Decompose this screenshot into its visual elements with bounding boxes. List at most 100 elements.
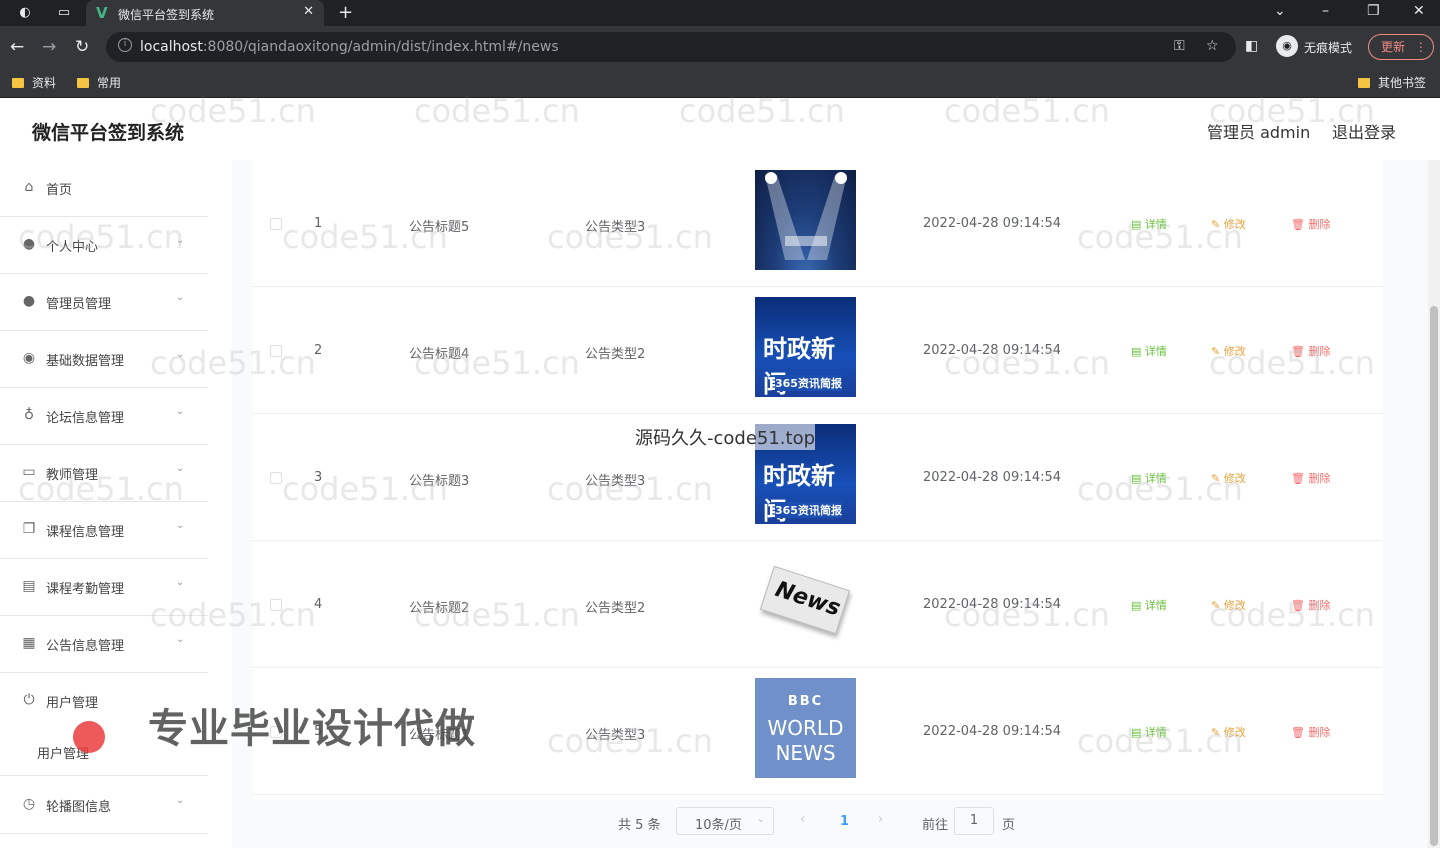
- chevron-down-icon: ⌄: [176, 795, 185, 806]
- goto-suffix: 页: [1002, 818, 1016, 833]
- sidebar-item-home[interactable]: ⌂ 首页: [0, 160, 208, 217]
- power-icon: ⏻: [23, 692, 35, 708]
- row-type: 公告类型2: [585, 601, 646, 616]
- detail-button[interactable]: ▤ 详情: [1131, 216, 1167, 232]
- edit-button[interactable]: ✎ 修改: [1211, 470, 1246, 486]
- promo-caption: 专业毕业设计代做: [148, 706, 476, 752]
- sidebar-item-teachers[interactable]: ▭ 教师管理 ⌄: [0, 445, 208, 502]
- edit-button[interactable]: ✎ 修改: [1211, 597, 1246, 613]
- window-icon[interactable]: ▭: [56, 5, 72, 21]
- app-header: 微信平台签到系统 管理员 admin 退出登录: [0, 98, 1440, 160]
- row-type: 公告类型3: [585, 220, 646, 235]
- doc-icon: ▤: [22, 578, 36, 594]
- tab-search-icon[interactable]: ⌄: [1274, 3, 1286, 19]
- edit-button[interactable]: ✎ 修改: [1211, 724, 1246, 740]
- delete-button[interactable]: 🗑 删除: [1291, 216, 1330, 232]
- row-checkbox[interactable]: [270, 599, 282, 611]
- url-text: localhost:8080/qiandaoxitong/admin/dist/…: [140, 39, 559, 55]
- restore-icon[interactable]: ❐: [1367, 3, 1380, 19]
- sidebar-item-profile[interactable]: ● 个人中心 ⌄: [0, 217, 208, 274]
- chevron-down-icon: ⌄: [176, 463, 185, 474]
- sidebar-item-admins[interactable]: ● 管理员管理 ⌄: [0, 274, 208, 331]
- update-button[interactable]: 更新 ⋮: [1368, 34, 1434, 60]
- user-icon: ●: [22, 293, 36, 309]
- window-close-icon[interactable]: ✕: [1413, 3, 1425, 19]
- forward-icon[interactable]: →: [42, 37, 56, 57]
- browser-tab-bar: ◐ ▭ V 微信平台签到系统 ✕ + ⌄ – ❐ ✕: [0, 0, 1440, 26]
- sidebar-item-label: 首页: [46, 183, 73, 198]
- delete-button[interactable]: 🗑 删除: [1291, 343, 1330, 359]
- row-image: BBC WORLD NEWS: [755, 678, 856, 778]
- pagination-total: 共 5 条: [618, 818, 661, 833]
- address-toolbar: ← → ↻ i localhost:8080/qiandaoxitong/adm…: [0, 26, 1440, 68]
- chat-icon: ▭: [22, 464, 36, 480]
- row-title: 公告标题5: [409, 220, 470, 235]
- table-row: 2 公告标题4 公告类型2 时政新闻 365资讯简报 2022-04-28 09…: [253, 287, 1383, 414]
- bookmark-folder-changyong[interactable]: 常用: [77, 74, 121, 91]
- more-icon: ⋮: [1414, 40, 1427, 54]
- sidebar-item-announcements[interactable]: ▦ 公告信息管理 ⌄: [0, 616, 208, 673]
- row-time: 2022-04-28 09:14:54: [923, 724, 1062, 739]
- bookmark-folder-other[interactable]: 其他书签: [1358, 74, 1426, 91]
- page-size-select[interactable]: 10条/页 ⌄: [676, 807, 774, 835]
- goto-page-input[interactable]: 1: [954, 807, 994, 835]
- reload-icon[interactable]: ↻: [75, 37, 89, 57]
- browser-tab[interactable]: V 微信平台签到系统 ✕: [86, 0, 324, 26]
- delete-button[interactable]: 🗑 删除: [1291, 470, 1330, 486]
- current-user: 管理员 admin: [1207, 123, 1311, 142]
- row-time: 2022-04-28 09:14:54: [923, 216, 1062, 231]
- sidebar-item-carousel[interactable]: ◷ 轮播图信息 ⌄: [0, 777, 208, 834]
- detail-button[interactable]: ▤ 详情: [1131, 470, 1167, 486]
- chevron-down-icon: ⌄: [176, 634, 185, 645]
- key-icon[interactable]: ⚿: [1174, 38, 1185, 54]
- side-panel-icon[interactable]: ◧: [1245, 38, 1258, 54]
- back-icon[interactable]: ←: [10, 37, 24, 57]
- edit-button[interactable]: ✎ 修改: [1211, 343, 1246, 359]
- site-info-icon[interactable]: i: [118, 38, 132, 52]
- delete-button[interactable]: 🗑 删除: [1291, 597, 1330, 613]
- page-number-current[interactable]: 1: [840, 814, 849, 829]
- pagination: 共 5 条 10条/页 ⌄ ‹ 1 › 前往 1 页: [232, 806, 1428, 838]
- scrollbar-thumb[interactable]: [1430, 306, 1438, 846]
- image-subcaption: 365资讯简报: [775, 502, 842, 518]
- browser-menu-icon[interactable]: ◐: [17, 5, 33, 21]
- row-image: 时政新闻 365资讯简报: [755, 297, 856, 397]
- mic-icon: ♁: [23, 407, 35, 423]
- sidebar-item-attendance[interactable]: ▤ 课程考勤管理 ⌄: [0, 559, 208, 616]
- chevron-down-icon: ⌄: [176, 292, 185, 303]
- next-page-icon[interactable]: ›: [878, 812, 883, 827]
- minimize-icon[interactable]: –: [1322, 3, 1329, 19]
- detail-button[interactable]: ▤ 详情: [1131, 343, 1167, 359]
- table-row: 4 公告标题2 公告类型2 News 2022-04-28 09:14:54 ▤…: [253, 541, 1383, 668]
- row-checkbox[interactable]: [270, 472, 282, 484]
- sidebar-item-label: 基础数据管理: [46, 354, 125, 369]
- sidebar-item-courses[interactable]: ❐ 课程信息管理 ⌄: [0, 502, 208, 559]
- detail-button[interactable]: ▤ 详情: [1131, 724, 1167, 740]
- prev-page-icon[interactable]: ‹: [800, 812, 805, 827]
- delete-button[interactable]: 🗑 删除: [1291, 724, 1330, 740]
- row-checkbox[interactable]: [270, 345, 282, 357]
- new-tab-icon[interactable]: +: [338, 2, 353, 23]
- bookmark-folder-ziliao[interactable]: 资料: [12, 74, 56, 91]
- sidebar-item-label: 教师管理: [46, 468, 99, 483]
- tab-title: 微信平台签到系统: [118, 8, 215, 22]
- row-time: 2022-04-28 09:14:54: [923, 343, 1062, 358]
- sidebar-item-forum[interactable]: ♁ 论坛信息管理 ⌄: [0, 388, 208, 445]
- sidebar-item-label: 管理员管理: [46, 297, 112, 312]
- sidebar-item-label: 公告信息管理: [46, 639, 125, 654]
- sidebar-item-basic-data[interactable]: ◉ 基础数据管理 ⌄: [0, 331, 208, 388]
- edit-button[interactable]: ✎ 修改: [1211, 216, 1246, 232]
- url-bar[interactable]: i localhost:8080/qiandaoxitong/admin/dis…: [106, 32, 1236, 62]
- chevron-down-icon: ⌄: [176, 406, 185, 417]
- tab-close-icon[interactable]: ✕: [303, 4, 314, 19]
- bookmark-star-icon[interactable]: ☆: [1206, 38, 1219, 54]
- copy-icon: ❐: [22, 521, 36, 537]
- app-title: 微信平台签到系统: [32, 122, 185, 144]
- user-icon: ●: [22, 236, 36, 252]
- row-checkbox[interactable]: [270, 218, 282, 230]
- page-scrollbar[interactable]: [1428, 160, 1440, 848]
- spotlight-stage-image: [765, 172, 847, 260]
- detail-button[interactable]: ▤ 详情: [1131, 597, 1167, 613]
- chevron-down-icon: ⌄: [176, 349, 185, 360]
- logout-link[interactable]: 退出登录: [1332, 119, 1396, 143]
